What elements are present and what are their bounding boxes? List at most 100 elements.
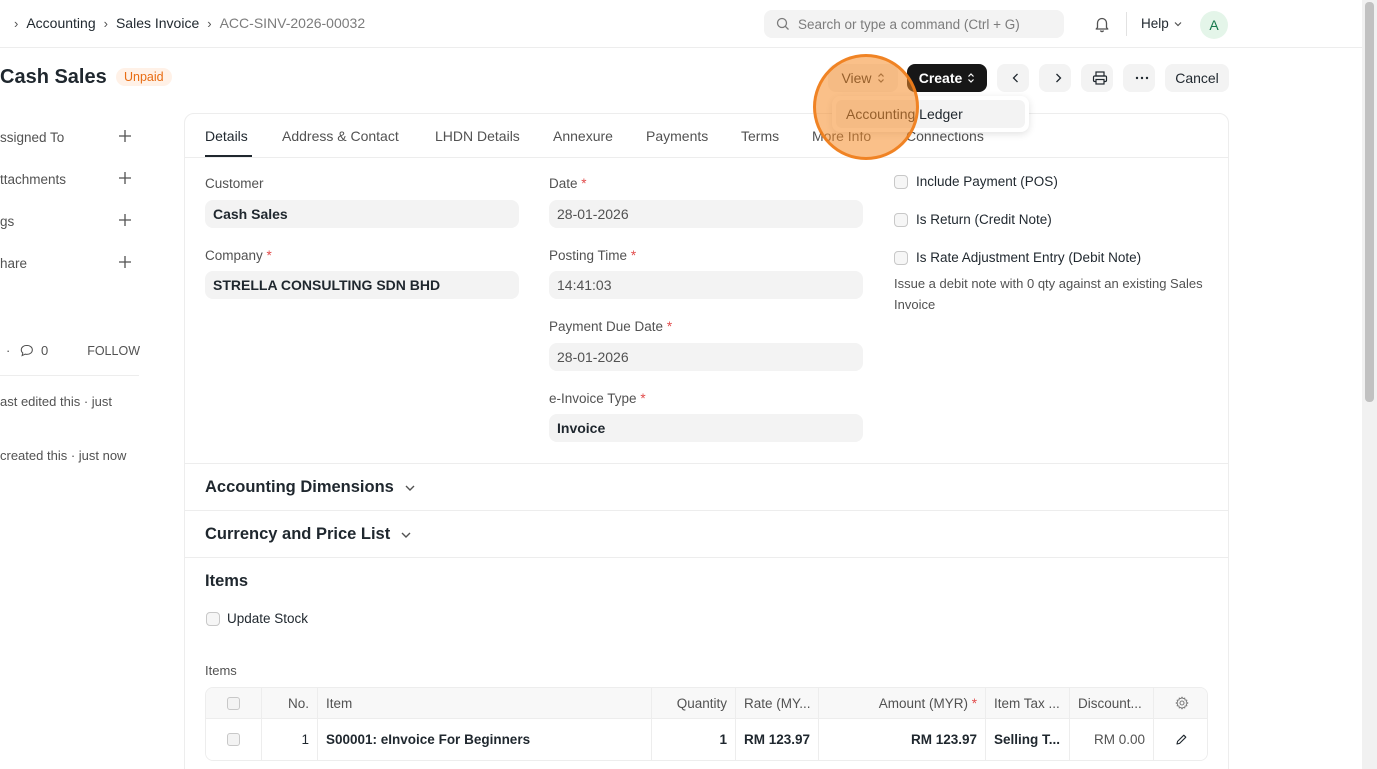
einvoice-type-field[interactable]: Invoice [549,414,863,442]
accounting-dimensions-section[interactable]: Accounting Dimensions [205,478,416,497]
plus-icon[interactable] [118,213,132,227]
pencil-icon[interactable] [1175,733,1188,746]
company-field[interactable]: STRELLA CONSULTING SDN BHD [205,271,519,299]
activity-item: ast edited this · just [0,394,112,409]
rate-cell[interactable]: RM 123.97 [736,719,819,760]
active-tab-indicator [205,155,252,157]
item-tax-cell[interactable]: Selling T... [986,719,1070,760]
due-date-label: Payment Due Date * [549,319,672,334]
sidebar-item-label: hare [0,256,28,271]
chevron-updown-icon [877,73,884,83]
required-marker: * [971,695,977,711]
tab-annexure[interactable]: Annexure [553,128,613,144]
breadcrumb-accounting[interactable]: Accounting [26,15,95,31]
column-header: No. [262,688,318,718]
tab-address-contact[interactable]: Address & Contact [282,128,399,144]
column-header: Item Tax ... [986,688,1070,718]
help-menu[interactable]: Help [1141,16,1183,31]
amount-cell[interactable]: RM 123.97 [819,719,986,760]
search-input[interactable]: Search or type a command (Ctrl + G) [764,10,1064,38]
comment-count: 0 [40,343,49,358]
item-cell[interactable]: S00001: eInvoice For Beginners [318,719,652,760]
due-date-label-text: Payment Due Date [549,319,664,334]
chevron-right-icon [1055,73,1061,83]
page-title: Cash Sales [0,66,107,88]
view-label: View [841,70,872,86]
row-checkbox[interactable] [227,733,240,746]
create-label: Create [918,70,963,86]
chevron-updown-icon [968,73,975,83]
chevron-down-icon [405,485,415,491]
tab-terms[interactable]: Terms [741,128,779,144]
view-button[interactable]: View [828,64,898,92]
scrollbar-thumb[interactable] [1365,2,1374,402]
comment-icon[interactable] [20,343,34,358]
section-divider [185,557,1228,558]
sidebar-divider [0,375,139,376]
status-badge: Unpaid [116,68,172,86]
sidebar-item-attachments[interactable]: ttachments [0,172,140,187]
breadcrumb-sales-invoice[interactable]: Sales Invoice [116,15,199,31]
customer-label: Customer [205,176,264,191]
plus-icon[interactable] [118,171,132,185]
gear-icon[interactable] [1174,696,1189,710]
plus-icon[interactable] [118,255,132,269]
activity-item: created this · just now [0,448,127,463]
chevron-right-icon: › [14,15,19,31]
avatar[interactable]: A [1200,11,1228,39]
posting-time-field[interactable]: 14:41:03 [549,271,863,299]
due-date-field[interactable]: 28-01-2026 [549,343,863,371]
include-payment-checkbox[interactable] [894,175,908,189]
select-all-checkbox[interactable] [227,696,240,710]
next-record-button[interactable] [1039,64,1071,92]
tab-details[interactable]: Details [205,128,248,144]
chevron-down-icon [1174,21,1182,26]
section-title-text: Accounting Dimensions [205,478,394,496]
sidebar-item-label: ttachments [0,172,67,187]
table-header: No. Item Quantity Rate (MY... Amount (MY… [206,688,1207,719]
breadcrumb-current[interactable]: ACC-SINV-2026-00032 [220,15,366,31]
date-field[interactable]: 28-01-2026 [549,200,863,228]
required-marker: * [581,176,587,191]
plus-icon[interactable] [118,129,132,143]
menu-item-accounting-ledger[interactable]: Accounting Ledger [836,100,1025,128]
follow-button[interactable]: FOLLOW [87,344,140,358]
required-marker: * [666,319,673,334]
update-stock-checkbox[interactable] [206,612,220,626]
currency-price-list-section[interactable]: Currency and Price List [205,525,412,544]
breadcrumb: › Accounting › Sales Invoice › ACC-SINV-… [10,15,365,31]
customer-field[interactable]: Cash Sales [205,200,519,228]
chevron-right-icon: › [103,15,108,31]
row-select-cell [206,719,262,760]
chevron-down-icon [401,532,411,538]
tab-payments[interactable]: Payments [646,128,708,144]
company-label: Company * [205,248,272,263]
sidebar-item-assigned-to[interactable]: ssigned To [0,130,140,145]
sidebar-item-tags[interactable]: gs [0,214,140,229]
print-button[interactable] [1081,64,1113,92]
section-divider [185,463,1228,464]
previous-record-button[interactable] [997,64,1029,92]
search-icon [776,17,789,30]
table-row[interactable]: 1 S00001: eInvoice For Beginners 1 RM 12… [206,719,1207,760]
more-actions-button[interactable] [1123,64,1155,92]
ellipsis-icon [1135,76,1148,80]
quantity-cell[interactable]: 1 [652,719,736,760]
create-button[interactable]: Create [907,64,987,92]
required-marker: * [266,248,272,263]
select-all-cell [206,688,262,718]
is-return-label: Is Return (Credit Note) [916,212,1052,227]
column-header-text: Amount (MYR) [878,695,968,711]
discount-cell[interactable]: RM 0.00 [1070,719,1154,760]
cancel-button[interactable]: Cancel [1165,64,1229,92]
sidebar-item-share[interactable]: hare [0,256,140,271]
update-stock-label: Update Stock [227,611,309,626]
rate-adjustment-checkbox[interactable] [894,251,908,265]
is-return-checkbox[interactable] [894,213,908,227]
tab-lhdn-details[interactable]: LHDN Details [435,128,520,144]
page-scrollbar[interactable] [1362,0,1377,769]
items-section-title: Items [205,572,249,590]
column-header: Discount... [1070,688,1154,718]
help-label: Help [1141,16,1169,31]
bell-icon[interactable] [1093,15,1111,36]
